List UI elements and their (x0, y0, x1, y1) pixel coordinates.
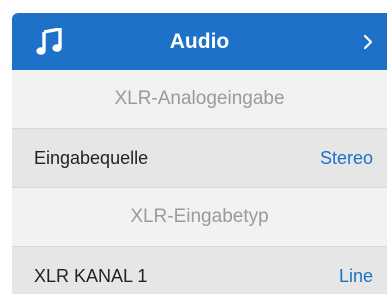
header-title: Audio (169, 30, 230, 53)
audio-settings-panel: Audio XLR-Analogeingabe Eingabequelle St… (12, 13, 387, 294)
input-source-value[interactable]: Stereo (320, 129, 373, 187)
chevron-right-icon[interactable] (363, 34, 373, 50)
setting-label: XLR KANAL 1 (34, 266, 148, 286)
setting-row-input-source[interactable]: Eingabequelle Stereo (12, 129, 387, 187)
audio-header[interactable]: Audio (12, 13, 387, 70)
section-header-xlr-analog-input: XLR-Analogeingabe (12, 70, 387, 128)
setting-label: Eingabequelle (34, 148, 149, 168)
section-header-xlr-input-type: XLR-Eingabetyp (12, 188, 387, 246)
section-label: XLR-Eingabetyp (130, 206, 269, 227)
xlr-channel-1-value[interactable]: Line (339, 247, 373, 294)
setting-row-xlr-channel-1[interactable]: XLR KANAL 1 Line (12, 247, 387, 294)
section-label: XLR-Analogeingabe (114, 88, 285, 109)
